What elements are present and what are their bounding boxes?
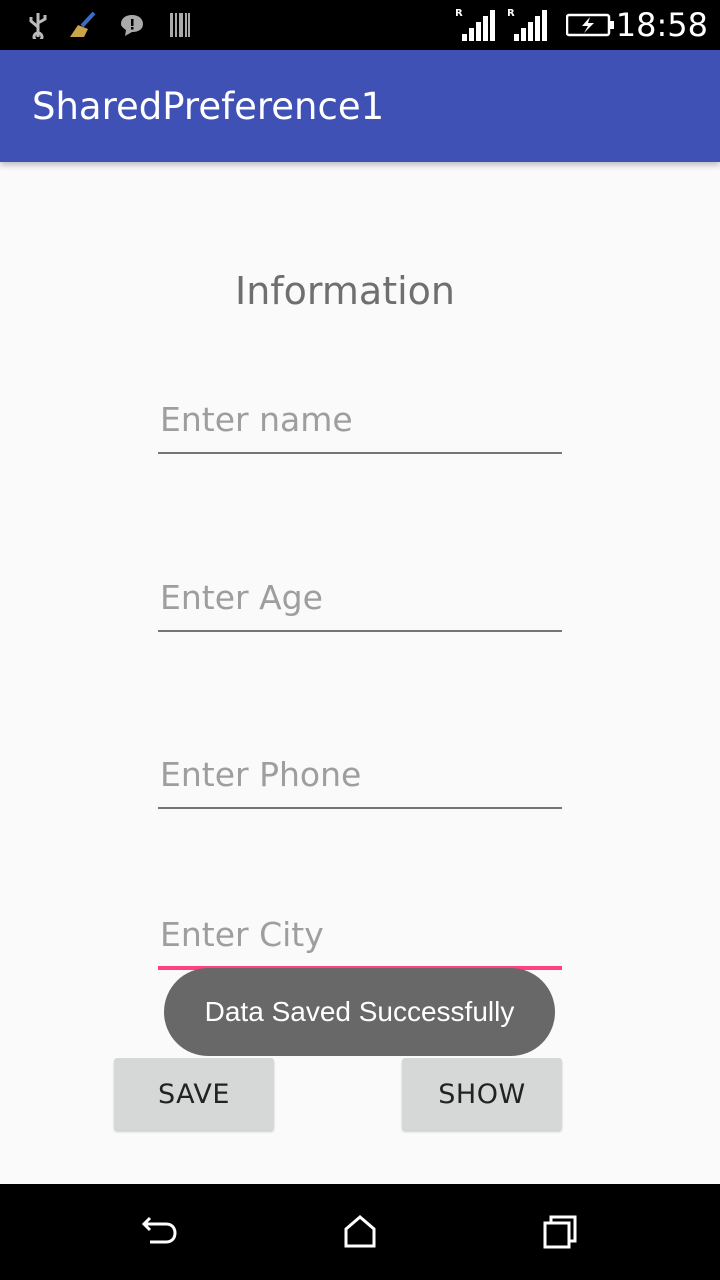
signal-icon: R — [508, 8, 548, 41]
barcode-icon — [168, 10, 192, 40]
app-title: SharedPreference1 — [32, 85, 385, 128]
broom-icon — [68, 10, 98, 40]
usb-icon — [24, 10, 52, 40]
phone-input[interactable] — [158, 749, 562, 809]
city-input[interactable] — [158, 910, 562, 970]
form-heading: Information — [235, 269, 455, 313]
toast-message: Data Saved Successfully — [164, 968, 555, 1056]
back-icon[interactable] — [130, 1206, 190, 1258]
show-button[interactable]: SHOW — [402, 1058, 562, 1130]
svg-text:R: R — [456, 8, 463, 19]
signal-icon: R — [456, 8, 496, 41]
age-input[interactable] — [158, 572, 562, 632]
save-button[interactable]: SAVE — [114, 1058, 274, 1130]
home-icon[interactable] — [330, 1206, 390, 1258]
battery-charging-icon — [566, 10, 616, 40]
app-bar: SharedPreference1 — [0, 50, 720, 162]
status-bar: R R 18:58 — [0, 0, 720, 50]
name-input[interactable] — [158, 394, 562, 454]
clock: 18:58 — [615, 6, 708, 44]
navigation-bar — [0, 1184, 720, 1280]
chat-icon — [118, 10, 146, 40]
svg-text:R: R — [508, 8, 515, 19]
recents-icon[interactable] — [530, 1206, 590, 1258]
